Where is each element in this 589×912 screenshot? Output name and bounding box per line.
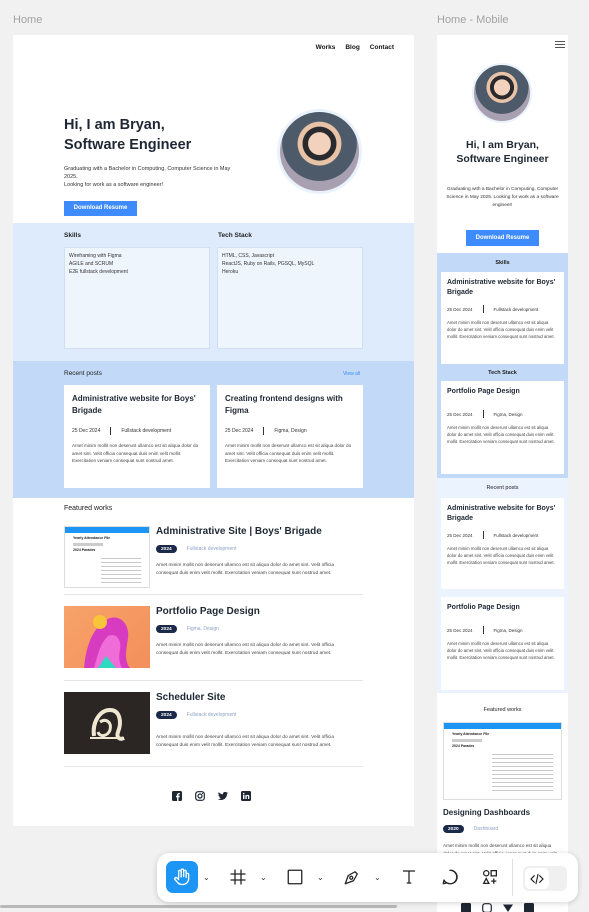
download-resume-button[interactable]: Download Resume [466, 230, 539, 246]
portrait-illustration [84, 615, 130, 668]
work-title: Scheduler Site [156, 692, 226, 703]
post-card[interactable]: Administrative website for Boys' Brigade… [441, 498, 564, 589]
post-card[interactable]: Administrative website for Boys' Brigade… [64, 385, 210, 488]
hero-description: Graduating with a Bachelor in Computing,… [64, 166, 231, 188]
toolbar-divider [512, 859, 513, 896]
chevron-down-icon[interactable]: ⌄ [203, 873, 210, 882]
work-meta: 2024 Fullstack development [156, 711, 236, 719]
post-card[interactable]: Administrative website for Boys' Brigade… [441, 272, 564, 364]
scheduler-logo-icon [90, 707, 125, 741]
list-item: E2E fullstack development [69, 269, 128, 275]
download-resume-button[interactable]: Download Resume [64, 201, 137, 216]
featured-works-title: Featured works [483, 707, 522, 713]
facebook-icon[interactable] [172, 791, 182, 801]
social-links [461, 903, 534, 912]
post-card[interactable]: Creating frontend designs with Figma 25 … [217, 385, 363, 488]
post-card[interactable]: Portfolio Page Design 25 Dec 2024 Figma, … [441, 381, 564, 474]
work-description: Amet minim mollit non deserunt ullamco e… [156, 735, 335, 748]
year-badge: 2024 [156, 625, 177, 633]
divider [64, 766, 363, 767]
rectangle-tool-icon[interactable] [279, 861, 311, 893]
desktop-frame[interactable]: Works Blog Contact Hi, I am Bryan, Softw… [13, 35, 414, 826]
code-icon [525, 868, 549, 889]
hamburger-menu-icon[interactable] [555, 41, 565, 50]
twitter-icon[interactable] [503, 903, 513, 912]
comment-tool-icon[interactable] [434, 861, 466, 893]
frame-tool-icon[interactable] [222, 861, 254, 893]
social-links [172, 791, 251, 801]
work-thumbnail: Yearly Attendance File 2024 Parades [64, 526, 150, 588]
recent-posts-title: Recent posts [486, 485, 519, 491]
tech-stack-title: Tech Stack [218, 232, 252, 239]
list-item: AGILE and SCRUM [69, 261, 114, 267]
chevron-down-icon[interactable]: ⌄ [260, 873, 267, 882]
list-item: Wireframing with Figma [69, 253, 122, 259]
pen-tool-icon[interactable] [336, 861, 368, 893]
featured-works-title: Featured works [64, 505, 113, 512]
skills-title: Skills [495, 260, 510, 266]
work-title: Portfolio Page Design [156, 606, 260, 617]
hero-description: Graduating with a Bachelor in Computing,… [446, 187, 559, 208]
design-toolbar: ⌄ ⌄ ⌄ ⌄ [157, 853, 578, 902]
work-item[interactable]: Scheduler Site 2024 Fullstack developmen… [64, 692, 363, 770]
components-tool-icon[interactable] [474, 861, 506, 893]
list-item: ReactJS, Ruby on Rails, PGSQL, MySQL [222, 261, 315, 267]
twitter-icon[interactable] [218, 791, 228, 801]
skills-box: Wireframing with Figma AGILE and SCRUM E… [64, 247, 210, 349]
year-badge: 2020 [443, 825, 464, 833]
nav-contact[interactable]: Contact [370, 44, 394, 51]
linkedin-icon[interactable] [241, 791, 251, 801]
work-thumbnail [64, 606, 150, 668]
avatar [277, 109, 362, 194]
year-badge: 2024 [156, 545, 177, 553]
frame-label-home-mobile[interactable]: Home - Mobile [437, 14, 509, 26]
work-description: Amet minim mollit non deserunt ullamco e… [156, 563, 335, 576]
work-title: Administrative Site | Boys' Brigade [156, 526, 322, 537]
list-item: Heroku [222, 269, 239, 275]
avatar [472, 63, 532, 123]
chevron-down-icon[interactable]: ⌄ [317, 873, 324, 882]
post-meta: 25 Dec 2024 Fullstack development [72, 427, 172, 435]
divider [64, 680, 363, 681]
view-all-link[interactable]: View all [343, 371, 360, 377]
recent-posts-section: Recent posts Administrative website for … [437, 478, 568, 693]
work-meta: 2024 Fullstack development [156, 545, 236, 553]
list-item: HTML, CSS, Javascript [222, 253, 274, 259]
nav-works[interactable]: Works [316, 44, 336, 51]
recent-posts-title: Recent posts [64, 370, 102, 377]
year-badge: 2024 [156, 711, 177, 719]
divider [64, 594, 363, 595]
hand-tool-icon[interactable] [166, 861, 198, 893]
post-meta: 25 Dec 2024 Figma, Design [225, 427, 307, 435]
hero-heading: Hi, I am Bryan, Software Engineer [456, 139, 549, 165]
work-meta: 2020 Dashboard [443, 825, 498, 833]
work-meta: 2024 Figma, Design [156, 625, 219, 633]
instagram-icon[interactable] [482, 903, 492, 912]
work-item[interactable]: Portfolio Page Design 2024 Figma, Design… [64, 606, 363, 684]
work-item[interactable]: Yearly Attendance File 2024 Parades Admi… [64, 526, 363, 604]
work-thumbnail [64, 692, 150, 754]
hero-heading: Hi, I am Bryan, Software Engineer [64, 117, 192, 153]
dev-mode-toggle[interactable] [523, 866, 567, 891]
nav-blog[interactable]: Blog [345, 44, 359, 51]
post-card[interactable]: Portfolio Page Design 25 Dec 2024 Figma, … [441, 597, 564, 690]
skills-section: Skills Wireframing with Figma AGILE and … [13, 223, 414, 361]
top-nav: Works Blog Contact [316, 44, 394, 51]
tech-stack-title: Tech Stack [488, 370, 517, 376]
work-description: Amet minim mollit non deserunt ullamco e… [156, 643, 335, 656]
skills-section: Skills Administrative website for Boys' … [437, 253, 568, 478]
chevron-down-icon[interactable]: ⌄ [374, 873, 381, 882]
horizontal-scrollbar[interactable] [0, 905, 397, 908]
instagram-icon[interactable] [195, 791, 205, 801]
tech-stack-box: HTML, CSS, Javascript ReactJS, Ruby on R… [217, 247, 363, 349]
facebook-icon[interactable] [461, 903, 471, 912]
skills-title: Skills [64, 232, 81, 239]
frame-label-home[interactable]: Home [13, 14, 42, 26]
text-tool-icon[interactable] [393, 861, 425, 893]
work-title: Designing Dashboards [443, 808, 531, 817]
recent-posts-section: Recent posts View all Administrative web… [13, 361, 414, 498]
work-thumbnail: Yearly Attendance File 2024 Parades [443, 722, 562, 800]
linkedin-icon[interactable] [524, 903, 534, 912]
mobile-frame[interactable]: Hi, I am Bryan, Software Engineer Gradua… [437, 35, 568, 912]
